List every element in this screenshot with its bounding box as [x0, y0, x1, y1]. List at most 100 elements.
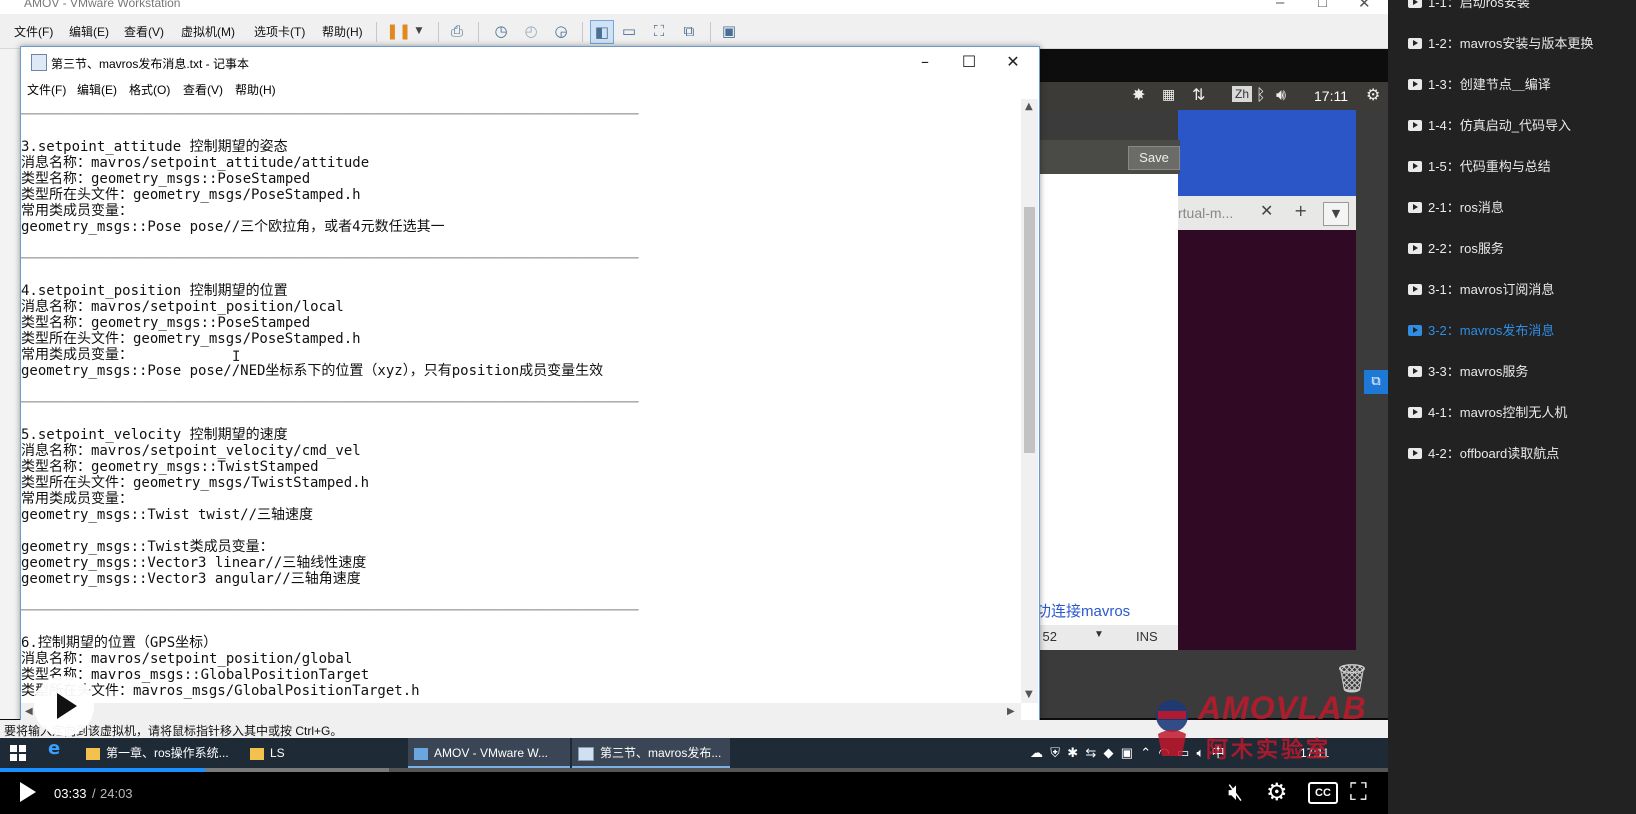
power-gear-icon[interactable]: ⚙ [1366, 85, 1380, 104]
volume-icon[interactable]: 🔊︎ [1276, 85, 1286, 105]
snapshot-icon[interactable]: ◷ [490, 20, 512, 42]
vmware-menubar: 文件(F) 编辑(E) 查看(V) 虚拟机(M) 选项卡(T) 帮助(H) ❚❚… [0, 14, 1388, 49]
input-method-indicator[interactable]: Zh [1232, 86, 1253, 102]
playlist-item[interactable]: 1-5：代码重构与总结 [1408, 156, 1551, 176]
close-button[interactable]: ✕ [991, 49, 1035, 75]
vmware-menu-tabs[interactable]: 选项卡(T) [254, 23, 305, 40]
notepad-window[interactable]: 第三节、mavros发布消息.txt - 记事本 – ☐ ✕ 文件(F) 编辑(… [20, 46, 1040, 722]
calendar-icon[interactable]: ▦ [1162, 87, 1175, 103]
volume-icon[interactable]: 🔇︎ [1228, 778, 1243, 806]
fullscreen-icon[interactable]: ⛶ [648, 20, 670, 42]
maximize-button[interactable]: ☐ [947, 49, 991, 75]
text-line: geometry_msgs::Pose pose//NED坐标系下的位置（xyz… [21, 363, 604, 379]
gedit-window[interactable] [1020, 140, 1178, 650]
playlist-item[interactable]: 4-2：offboard读取航点 [1408, 443, 1559, 463]
chevron-down-icon[interactable]: ▼ [408, 20, 430, 42]
minimize-button[interactable]: – [903, 49, 947, 75]
usb-icon[interactable]: ⇆ [1085, 745, 1096, 760]
taskbar-item-explorer-2[interactable]: LS [250, 738, 400, 768]
chevron-down-icon[interactable]: ▼ [1323, 202, 1349, 226]
menu-file[interactable]: 文件(F) [27, 81, 66, 98]
taskbar-item-vmware[interactable]: AMOV - VMware W... [408, 738, 570, 768]
menu-help[interactable]: 帮助(H) [235, 81, 276, 98]
playlist-item[interactable]: 4-1：mavros控制无人机 [1408, 402, 1567, 422]
playlist-item[interactable]: 1-4：仿真启动_代码导入 [1408, 115, 1571, 135]
gear-icon[interactable]: ✸ [1132, 85, 1145, 104]
playlist-item[interactable]: 1-2：mavros安装与版本更换 [1408, 33, 1593, 53]
vmware-menu-help[interactable]: 帮助(H) [322, 23, 363, 40]
scroll-up-icon[interactable]: ▲ [1025, 101, 1033, 112]
cloud-icon[interactable]: ☁ [1030, 745, 1043, 760]
playlist-item[interactable]: 3-2：mavros发布消息 [1408, 320, 1554, 340]
video-play-icon [1408, 161, 1422, 172]
text-line: 类型名称：geometry_msgs::TwistStamped [21, 459, 319, 475]
bluetooth-icon[interactable]: ᛒ [1256, 85, 1266, 104]
text-line: 类型所在头文件：mavros_msgs/GlobalPositionTarget… [21, 683, 420, 699]
playlist-item[interactable]: 3-1：mavros订阅消息 [1408, 279, 1554, 299]
vmware-close-button[interactable]: ✕ [1358, 0, 1371, 12]
screen-icon[interactable]: ▣ [1121, 745, 1133, 760]
scrollbar-thumb[interactable] [1024, 206, 1035, 453]
horizontal-scrollbar[interactable]: ◀ ▶ [21, 703, 1021, 720]
menu-view[interactable]: 查看(V) [183, 81, 223, 98]
screen-capture-icon[interactable]: ⧉ [1364, 370, 1388, 394]
video-controls: 03:33 / 24:03 🔇︎ ⚙ CC ⛶ [0, 772, 1388, 814]
terminal-body[interactable] [1178, 230, 1356, 650]
time-separator: / [92, 786, 96, 801]
notepad-text-area[interactable]: ────────────────────────────────────────… [21, 99, 1021, 703]
app-tray-icon[interactable]: ✱ [1067, 745, 1078, 760]
network-icon[interactable]: ⇅ [1192, 85, 1205, 104]
playlist-item-label: 1-5：代码重构与总结 [1428, 159, 1551, 174]
playlist-item[interactable]: 1-1：启动ros安装 [1408, 0, 1530, 12]
vmware-maximize-button[interactable]: □ [1318, 0, 1327, 11]
shield-icon[interactable]: ⛨ [1050, 745, 1060, 760]
playlist-item-label: 1-4：仿真启动_代码导入 [1428, 118, 1572, 133]
notepad-title-bar[interactable]: 第三节、mavros发布消息.txt - 记事本 – ☐ ✕ [21, 47, 1039, 77]
vmware-menu-edit[interactable]: 编辑(E) [69, 23, 109, 40]
taskbar-item-notepad[interactable]: 第三节、mavros发布... [572, 738, 730, 768]
pause-icon[interactable]: ❚❚ [386, 20, 411, 42]
send-keys-icon[interactable]: ⎙ [446, 20, 468, 42]
vmware-menu-file[interactable]: 文件(F) [14, 23, 53, 40]
vmware-menu-vm[interactable]: 虚拟机(M) [181, 23, 235, 40]
playlist-item[interactable]: 1-3：创建节点＿编译 [1408, 74, 1551, 94]
console-view-icon[interactable]: ▭ [618, 20, 640, 42]
chevron-down-icon[interactable]: ▼ [1094, 629, 1104, 640]
unity-icon[interactable]: ⧉ [678, 20, 700, 42]
playlist-item[interactable]: 2-2：ros服务 [1408, 238, 1504, 258]
settings-gear-icon[interactable]: ⚙ [1266, 778, 1288, 806]
ubuntu-clock[interactable]: 17:11 [1314, 88, 1348, 104]
sidebar-view-icon[interactable]: ◧ [590, 20, 614, 44]
play-icon[interactable] [20, 782, 36, 802]
close-icon[interactable]: ✕ [1260, 201, 1273, 220]
save-button[interactable]: Save [1128, 146, 1180, 170]
text-line [21, 235, 1021, 251]
diamond-icon[interactable]: ◆ [1104, 745, 1114, 760]
text-line: 类型名称：geometry_msgs::PoseStamped [21, 315, 311, 331]
revert-snapshot-icon[interactable]: ◴ [520, 20, 542, 42]
vmware-minimize-button[interactable]: – [1276, 0, 1284, 11]
terminal-tab-label[interactable]: rtual-m... [1178, 205, 1233, 221]
scroll-down-icon[interactable]: ▼ [1025, 689, 1033, 700]
vmware-library-strip [0, 49, 21, 719]
text-cursor-icon: Ι [232, 349, 241, 365]
captions-button[interactable]: CC [1308, 782, 1338, 804]
scroll-left-icon[interactable]: ◀ [25, 706, 33, 717]
edge-icon[interactable]: e [48, 738, 78, 768]
thumbnail-view-icon[interactable]: ▣ [718, 20, 740, 42]
scroll-right-icon[interactable]: ▶ [1007, 706, 1015, 717]
taskbar-item-explorer-1[interactable]: 第一章、ros操作系统... [86, 738, 238, 768]
fullscreen-icon[interactable]: ⛶ [1350, 778, 1367, 806]
windows-start-icon[interactable] [10, 745, 26, 761]
add-tab-icon[interactable]: + [1294, 201, 1307, 220]
snapshot-manager-icon[interactable]: ◶ [550, 20, 572, 42]
playlist-item[interactable]: 3-3：mavros服务 [1408, 361, 1528, 381]
menu-edit[interactable]: 编辑(E) [77, 81, 117, 98]
big-play-button[interactable] [34, 676, 94, 736]
menu-format[interactable]: 格式(O) [129, 81, 170, 98]
vmware-menu-view[interactable]: 查看(V) [124, 23, 164, 40]
vertical-scrollbar[interactable]: ▲ ▼ [1021, 99, 1038, 703]
text-line [21, 523, 1021, 539]
video-player[interactable]: AMOV - VMware Workstation – □ ✕ 文件(F) 编辑… [0, 0, 1388, 814]
playlist-item[interactable]: 2-1：ros消息 [1408, 197, 1504, 217]
